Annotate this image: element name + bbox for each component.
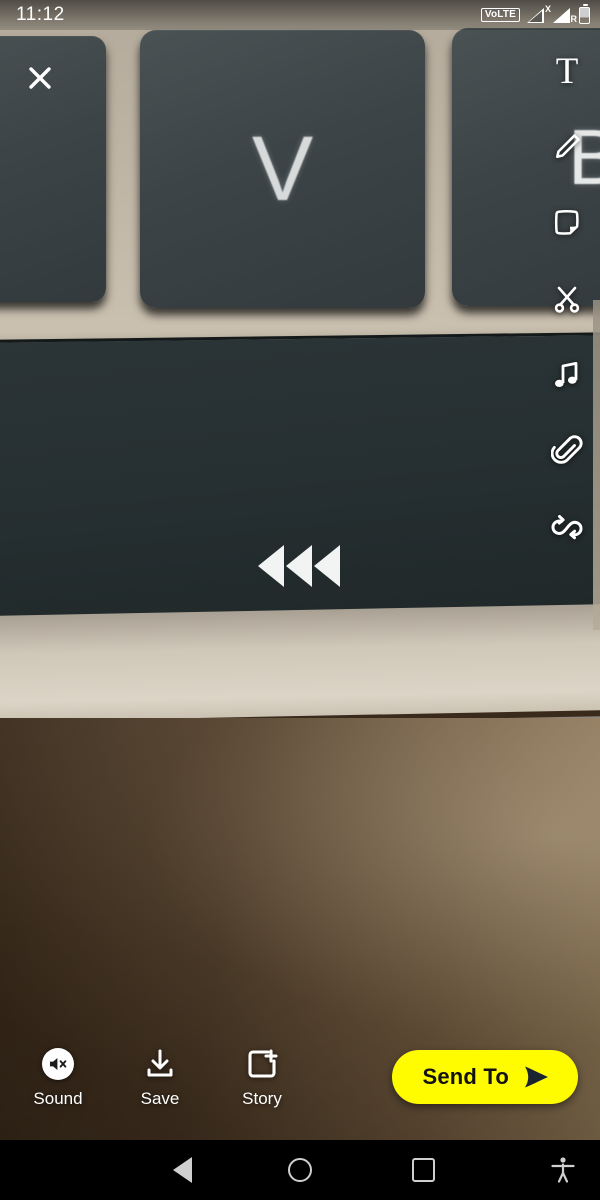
sticker-icon [554, 210, 579, 235]
draw-tool-button[interactable] [546, 126, 588, 168]
action-bar: Sound Save Story Send To [0, 1020, 600, 1140]
story-button[interactable]: Story [226, 1047, 298, 1107]
text-icon: T [555, 50, 579, 92]
sticker-tool-button[interactable] [546, 202, 588, 244]
save-glyph [145, 1047, 175, 1081]
speaker-muted-icon [42, 1048, 74, 1080]
keycap-v-label: V [251, 117, 314, 220]
volte-badge: VoLTE [480, 8, 520, 22]
loop-icon [551, 515, 583, 540]
action-buttons: Sound Save Story [22, 1047, 298, 1107]
status-icons: VoLTE X R [480, 3, 590, 24]
scissors-tool-button[interactable] [546, 278, 588, 320]
paperclip-icon [551, 435, 583, 464]
battery-icon [579, 3, 590, 24]
pencil-icon [556, 134, 580, 158]
send-to-label: Send To [422, 1064, 509, 1089]
rewind-marking-icon [258, 545, 340, 587]
send-to-button[interactable]: Send To [392, 1050, 578, 1104]
story-label: Story [242, 1089, 282, 1108]
text-tool-button[interactable]: T [546, 50, 588, 92]
speaker-muted-glyph [50, 1058, 67, 1070]
signal-r-icon: R [553, 7, 577, 24]
android-nav-bar [0, 1140, 600, 1200]
snapchat-preview-screen: V B 11:12 VoLTE X R T Sound Save Story S… [0, 0, 600, 1200]
nav-home-button[interactable] [270, 1140, 330, 1200]
back-triangle-icon [172, 1157, 192, 1183]
scissors-icon [554, 286, 580, 313]
attach-link-tool-button[interactable] [546, 430, 588, 472]
story-glyph [246, 1047, 278, 1081]
close-button[interactable] [20, 58, 60, 98]
laptop-front-edge [0, 603, 600, 725]
sound-button[interactable]: Sound [22, 1047, 94, 1107]
save-label: Save [140, 1089, 180, 1108]
recents-square-icon [411, 1158, 435, 1182]
sim2-mark: R [570, 14, 578, 24]
add-to-story-icon [248, 1049, 278, 1078]
save-button[interactable]: Save [124, 1047, 196, 1107]
status-clock: 11:12 [16, 4, 65, 25]
sound-label: Sound [33, 1089, 83, 1108]
nav-accessibility-button[interactable] [533, 1140, 593, 1200]
tool-rail: T [534, 50, 600, 548]
status-bar: 11:12 VoLTE X R [0, 0, 600, 30]
music-tool-button[interactable] [546, 354, 588, 396]
sound-glyph [42, 1047, 74, 1081]
accessibility-person-icon [551, 1157, 575, 1183]
music-note-icon [555, 362, 578, 387]
home-circle-icon [288, 1158, 312, 1182]
close-icon [29, 67, 51, 89]
download-icon [147, 1049, 173, 1077]
nav-back-button[interactable] [152, 1140, 212, 1200]
sim1-mark: X [544, 4, 551, 14]
nav-recents-button[interactable] [393, 1140, 453, 1200]
snap-photo[interactable]: V B [0, 0, 600, 1140]
loop-timer-tool-button[interactable] [546, 506, 588, 548]
send-arrow-icon [525, 1066, 548, 1088]
signal-x-icon: X [527, 5, 551, 23]
